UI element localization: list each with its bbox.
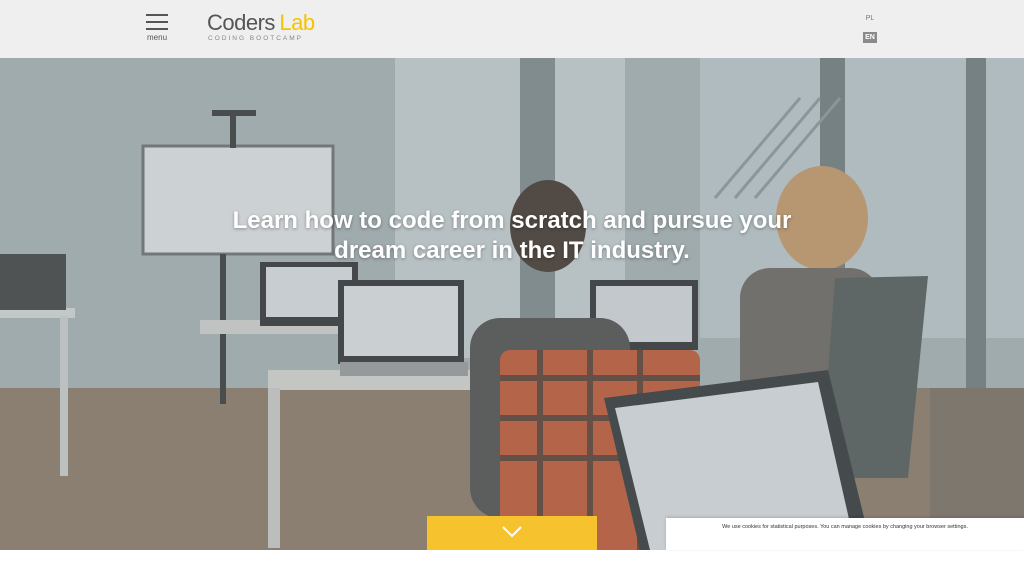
hamburger-icon: [146, 14, 168, 16]
logo-word-coders: Coders: [207, 10, 275, 35]
hamburger-icon-bar: [146, 21, 168, 23]
lang-en-link[interactable]: EN: [863, 32, 877, 43]
site-header: menu Coders Lab CODING BOOTCAMP PL EN: [0, 0, 1024, 58]
scroll-down-button[interactable]: [427, 516, 597, 550]
cookie-notice-text: We use cookies for statistical purposes.…: [722, 524, 968, 530]
language-switcher: PL EN: [860, 15, 880, 44]
chevron-down-icon: [502, 526, 522, 538]
logo[interactable]: Coders Lab CODING BOOTCAMP: [207, 10, 315, 43]
logo-tagline: CODING BOOTCAMP: [208, 35, 304, 42]
hero-headline: Learn how to code from scratch and pursu…: [112, 206, 912, 266]
lang-pl-link[interactable]: PL: [860, 15, 880, 22]
hamburger-icon-bar: [146, 28, 168, 30]
menu-button[interactable]: menu: [146, 14, 170, 44]
hero-headline-line2: dream career in the IT industry.: [334, 237, 690, 264]
hero-headline-line1: Learn how to code from scratch and pursu…: [232, 207, 792, 234]
hero-background-photo: [0, 58, 1024, 550]
menu-label: menu: [147, 33, 168, 42]
logo-word-lab: Lab: [279, 10, 315, 35]
cookie-bar: We use cookies for statistical purposes.…: [666, 518, 1024, 550]
hero-section: Learn how to code from scratch and pursu…: [0, 58, 1024, 550]
